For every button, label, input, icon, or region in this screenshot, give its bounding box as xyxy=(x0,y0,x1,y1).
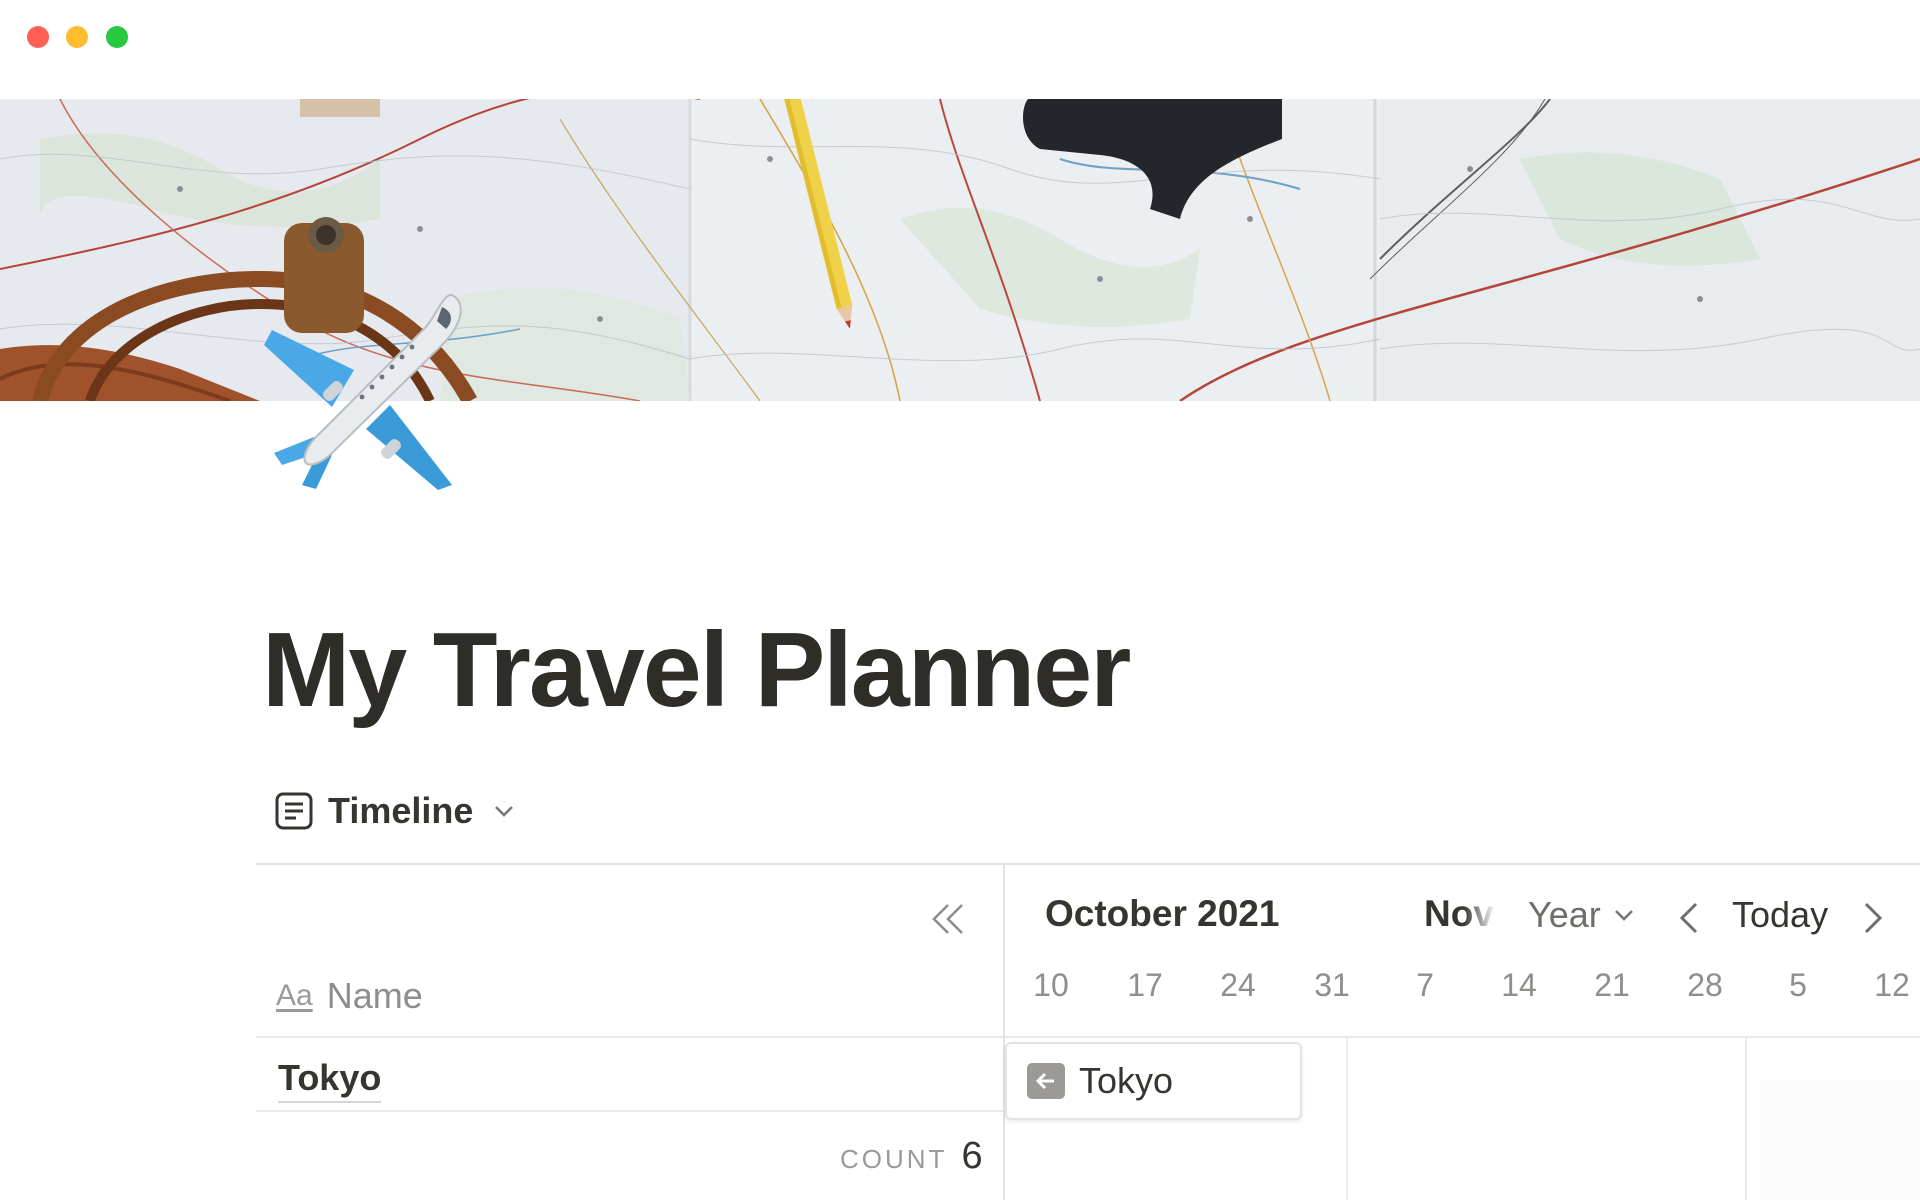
document-icon xyxy=(275,792,313,830)
chevron-left-icon[interactable] xyxy=(1672,898,1706,938)
week-label: 12 xyxy=(1874,967,1910,1003)
week-label: 28 xyxy=(1687,967,1723,1003)
row-count[interactable]: COUNT 6 xyxy=(840,1135,983,1178)
count-label: COUNT xyxy=(840,1144,948,1174)
view-name: Timeline xyxy=(328,790,474,831)
week-label: 31 xyxy=(1314,967,1350,1003)
timeline-bar[interactable]: Tokyo xyxy=(1005,1042,1302,1120)
view-selector-button[interactable]: Timeline xyxy=(274,783,517,839)
arrow-left-icon[interactable] xyxy=(1027,1063,1065,1099)
month-gridline xyxy=(1745,1038,1747,1200)
maximize-window-button[interactable] xyxy=(106,26,128,48)
airplane-icon[interactable] xyxy=(262,285,472,495)
week-label: 21 xyxy=(1594,967,1630,1003)
window-titlebar xyxy=(0,0,1920,99)
minimize-window-button[interactable] xyxy=(66,26,88,48)
divider xyxy=(256,1110,1004,1112)
month-gridline xyxy=(1346,1038,1348,1200)
page-title[interactable]: My Travel Planner xyxy=(262,610,1131,730)
close-window-button[interactable] xyxy=(27,26,49,48)
count-value: 6 xyxy=(961,1135,983,1177)
zoom-level-select[interactable]: Year xyxy=(1528,894,1637,936)
week-label: 5 xyxy=(1789,967,1807,1003)
panel-divider[interactable] xyxy=(1003,865,1005,1200)
chevron-down-icon xyxy=(1614,910,1633,921)
zoom-level-label: Year xyxy=(1528,894,1601,935)
week-label: 7 xyxy=(1416,967,1434,1003)
current-month-label: October 2021 xyxy=(1045,893,1280,934)
week-label: 10 xyxy=(1033,967,1069,1003)
name-column-header[interactable]: Aa Name xyxy=(276,975,423,1017)
week-label: 17 xyxy=(1127,967,1163,1003)
week-label: 14 xyxy=(1501,967,1537,1003)
week-label: 24 xyxy=(1220,967,1256,1003)
double-chevron-left-icon[interactable] xyxy=(926,897,970,941)
weekend-shade xyxy=(1760,1080,1920,1200)
timeline-bar-label: Tokyo xyxy=(1079,1060,1174,1101)
divider xyxy=(256,1036,1920,1038)
name-column-label: Name xyxy=(326,975,423,1016)
table-row-name[interactable]: Tokyo xyxy=(278,1057,382,1103)
chevron-down-icon xyxy=(495,806,514,817)
today-button[interactable]: Today xyxy=(1732,894,1828,936)
chevron-right-icon[interactable] xyxy=(1856,898,1890,938)
next-month-label: Nov xyxy=(1424,893,1494,934)
text-property-icon: Aa xyxy=(276,979,313,1012)
